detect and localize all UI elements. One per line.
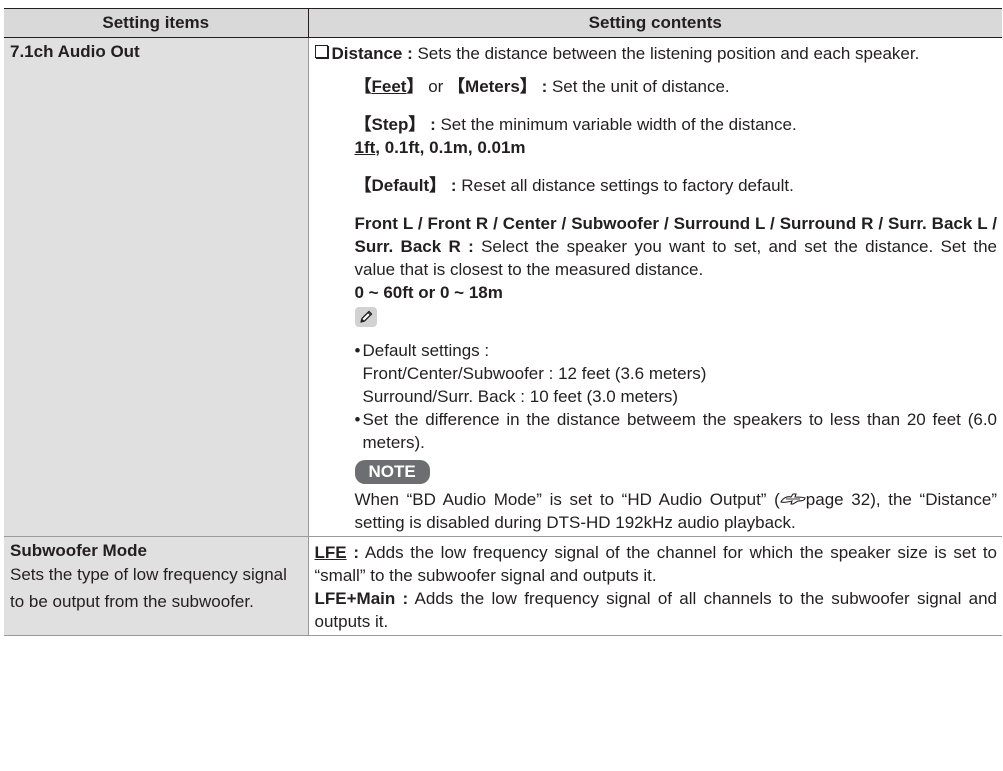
step-label: Step	[371, 115, 409, 134]
defaults-line: Surround/Surr. Back : 10 feet (3.0 meter…	[362, 387, 679, 406]
note-page-ref: page 32	[805, 490, 871, 509]
defaults-line: Front/Center/Subwoofer : 12 feet (3.6 me…	[362, 364, 707, 383]
step-default-value: 1ft	[354, 138, 376, 157]
list-item: • Set the difference in the distance betw…	[354, 410, 998, 452]
table-row: 7.1ch Audio Out Distance : Sets the dist…	[4, 37, 1002, 537]
lfe-label: LFE	[314, 543, 347, 562]
note-text-before: When “BD Audio Mode” is set to “HD Audio…	[354, 490, 780, 509]
table-header-row: Setting items Setting contents	[4, 8, 1002, 38]
defaults-heading: Default settings :	[362, 341, 490, 360]
distance-range: 0 ~ 60ft or 0 ~ 18m	[354, 283, 503, 302]
settings-table: Setting items Setting contents 7.1ch Aud…	[4, 8, 1002, 636]
lfe-main-colon: :	[395, 589, 409, 608]
notes-list: • Default settings : Front/Center/Subwoof…	[355, 339, 998, 454]
setting-item-title: 7.1ch Audio Out	[10, 42, 140, 61]
lfe-main-description: Adds the low frequency signal of all cha…	[314, 589, 998, 631]
setting-content-cell: Distance : Sets the distance between the…	[308, 37, 1002, 537]
pencil-icon	[354, 307, 377, 327]
default-option: 【Default】 : Reset all distance settings …	[354, 176, 794, 195]
difference-note: Set the difference in the distance betwe…	[362, 410, 998, 452]
setting-item-cell: Subwoofer Mode Sets the type of low freq…	[4, 536, 309, 636]
lfe-main-option: LFE+Main : Adds the low frequency signal…	[315, 587, 998, 633]
step-values: , 0.1ft, 0.1m, 0.01m	[375, 138, 526, 157]
distance-entry: Distance : Sets the distance between the…	[314, 42, 998, 65]
page-reference-icon	[780, 489, 806, 505]
step-colon: :	[425, 115, 436, 134]
note-text: When “BD Audio Mode” is set to “HD Audio…	[355, 488, 998, 534]
unit-or: or	[423, 77, 449, 96]
setting-item-cell: 7.1ch Audio Out	[4, 37, 309, 537]
default-colon: :	[446, 176, 457, 195]
unit-option-meters: Meters	[465, 77, 520, 96]
lfe-description: Adds the low frequency signal of the cha…	[314, 543, 998, 585]
header-setting-items: Setting items	[4, 8, 309, 38]
table-row: Subwoofer Mode Sets the type of low freq…	[4, 536, 1002, 636]
unit-option-feet: Feet	[371, 77, 407, 96]
lfe-main-label: LFE+Main	[314, 589, 396, 608]
checkbox-icon	[314, 45, 328, 58]
setting-item-title: Subwoofer Mode	[10, 541, 147, 560]
default-label: Default	[371, 176, 430, 195]
unit-colon: :	[536, 77, 548, 96]
lfe-option: LFE : Adds the low frequency signal of t…	[315, 541, 998, 587]
default-description: Reset all distance settings to factory d…	[456, 176, 794, 195]
unit-option: 【Feet】 or 【Meters】 : Set the unit of dis…	[354, 77, 730, 96]
distance-label: Distance :	[331, 44, 413, 63]
distance-description: Sets the distance between the listening …	[412, 44, 920, 63]
step-option: 【Step】 : Set the minimum variable width …	[354, 115, 797, 157]
list-item: • Default settings :	[354, 341, 490, 360]
unit-description: Set the unit of distance.	[547, 77, 730, 96]
setting-item-description: Sets the type of low frequency signal to…	[10, 565, 287, 611]
note-badge: NOTE	[354, 460, 430, 484]
step-description: Set the minimum variable width of the di…	[435, 115, 797, 134]
speakers-option: Front L / Front R / Center / Subwoofer /…	[355, 212, 998, 304]
setting-content-cell: LFE : Adds the low frequency signal of t…	[308, 536, 1002, 636]
lfe-colon: :	[346, 543, 360, 562]
header-setting-contents: Setting contents	[308, 8, 1002, 38]
manual-page: Setting items Setting contents 7.1ch Aud…	[0, 0, 1003, 771]
